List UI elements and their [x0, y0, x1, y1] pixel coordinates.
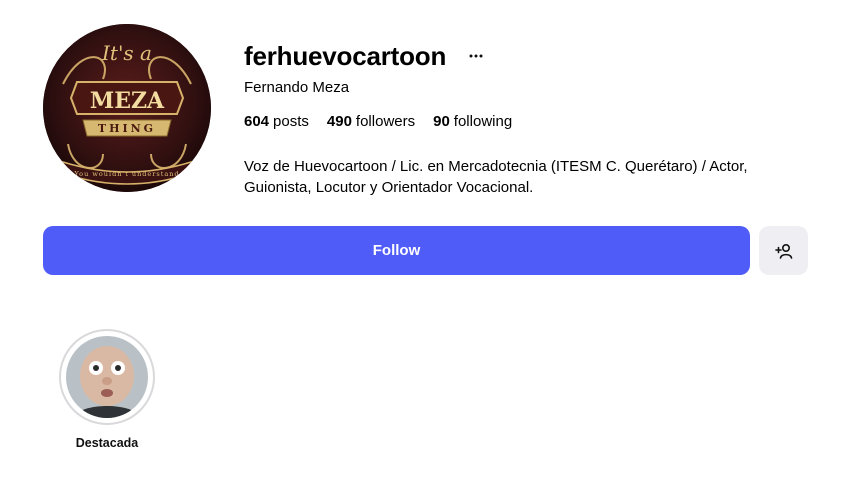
profile-stats: 604 posts 490 followers 90 following — [244, 113, 530, 131]
highlight-label: Destacada — [75, 436, 139, 450]
profile-avatar[interactable]: It's a MEZA THING You wouldn't understan… — [43, 24, 211, 192]
person-add-icon — [774, 243, 792, 259]
posts-count: 604 — [244, 113, 270, 130]
bio-line: Voz de Huevocartoon / Lic. en Mercadotec… — [244, 158, 748, 175]
followers-count: 490 — [326, 113, 352, 130]
highlight-ring — [59, 329, 155, 425]
meza-thing-logo: It's a MEZA THING You wouldn't understan… — [43, 24, 211, 192]
followers-stat[interactable]: 490 followers — [327, 113, 415, 131]
more-options-button[interactable] — [466, 40, 486, 72]
bio-line: Guionista, Locutor y Orientador Vocacion… — [244, 179, 534, 196]
highlight-cover-image — [66, 336, 148, 418]
story-highlight[interactable]: Destacada — [59, 329, 155, 451]
followers-label: followers — [355, 113, 416, 130]
following-label: following — [453, 113, 513, 130]
profile-full-name: Fernando Meza — [244, 79, 350, 96]
svg-text:THING: THING — [98, 122, 156, 135]
posts-stat: 604 posts — [244, 113, 309, 131]
svg-text:It's a: It's a — [101, 41, 152, 65]
profile-username: ferhuevocartoon — [244, 41, 447, 71]
follow-button[interactable]: Follow — [43, 226, 750, 275]
following-count: 90 — [433, 113, 450, 130]
suggested-accounts-button[interactable] — [759, 226, 808, 275]
posts-label: posts — [273, 113, 309, 130]
profile-bio: Voz de Huevocartoon / Lic. en Mercadotec… — [244, 156, 804, 198]
following-stat[interactable]: 90 following — [433, 113, 512, 131]
svg-text:MEZA: MEZA — [90, 88, 165, 114]
svg-text:You wouldn't understand: You wouldn't understand — [73, 170, 179, 178]
ellipsis-icon — [469, 54, 483, 58]
